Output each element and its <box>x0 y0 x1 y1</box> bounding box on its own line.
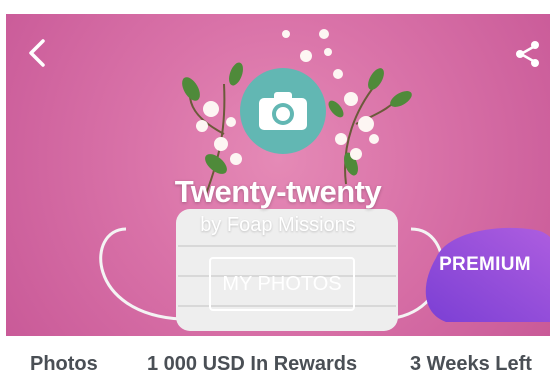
stat-time-left[interactable]: 3 Weeks Left <box>410 353 532 376</box>
premium-badge[interactable]: PREMIUM <box>430 254 540 276</box>
mission-title: Twenty-twenty <box>174 174 382 209</box>
share-button[interactable] <box>508 34 548 74</box>
chevron-left-icon <box>29 39 45 67</box>
mission-page: Twenty-twenty by Foap Missions MY PHOTOS… <box>0 0 550 385</box>
camera-icon <box>259 92 307 130</box>
share-icon <box>516 41 539 67</box>
my-photos-button[interactable]: MY PHOTOS <box>209 257 355 311</box>
stat-photos[interactable]: Photos <box>30 353 98 376</box>
stat-rewards[interactable]: 1 000 USD In Rewards <box>147 353 357 376</box>
mission-avatar <box>240 68 326 154</box>
back-button[interactable] <box>20 36 54 70</box>
mission-stats-bar: Photos 1 000 USD In Rewards 3 Weeks Left <box>0 353 550 385</box>
